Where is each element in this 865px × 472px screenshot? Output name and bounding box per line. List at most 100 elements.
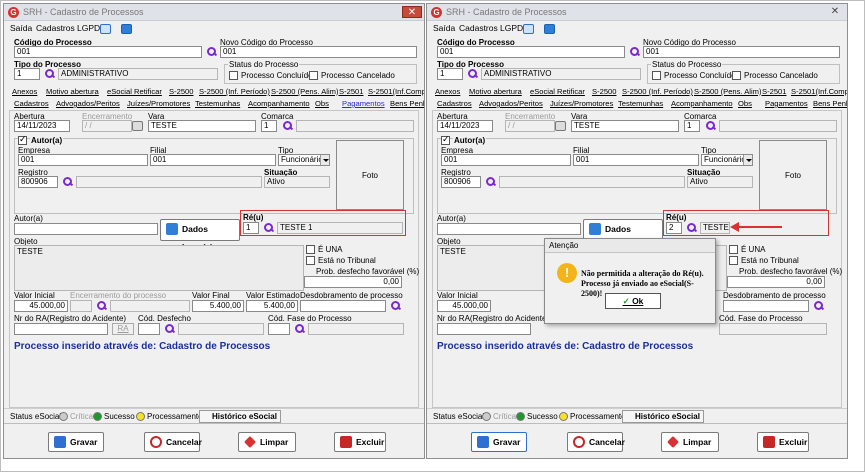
e-una-checkbox[interactable] <box>729 245 738 254</box>
valor-inicial-input[interactable]: 45.000,00 <box>14 300 68 312</box>
search-icon[interactable] <box>390 300 401 311</box>
tab-pagamentos[interactable]: Pagamentos <box>765 98 808 110</box>
cod-fase-input[interactable] <box>268 323 290 335</box>
tab-s2501[interactable]: S-2501 <box>762 86 787 98</box>
vara-input[interactable]: TESTE <box>571 120 679 132</box>
nr-ra-input[interactable] <box>14 323 108 335</box>
tipo-code-input[interactable]: 1 <box>14 68 40 80</box>
tipo-select[interactable]: Funcionário <box>278 154 330 166</box>
cancelar-button[interactable]: Cancelar <box>567 432 625 452</box>
monitor-icon[interactable] <box>523 24 534 36</box>
valor-estimado-input[interactable]: 5.400,00 <box>246 300 298 312</box>
menu-cadastros[interactable]: Cadastros <box>36 23 75 33</box>
search-icon[interactable] <box>485 176 496 187</box>
tab-pagamentos[interactable]: Pagamentos <box>342 98 385 110</box>
search-icon[interactable] <box>705 120 716 131</box>
search-icon[interactable] <box>686 222 697 233</box>
concluido-checkbox[interactable] <box>229 71 238 80</box>
abertura-input[interactable]: 14/11/2023 <box>14 120 70 132</box>
tab-esocial-retificar[interactable]: eSocial Retificar <box>107 86 162 98</box>
help-icon[interactable] <box>121 24 132 36</box>
search-icon[interactable] <box>62 176 73 187</box>
tab-anexos[interactable]: Anexos <box>12 86 37 98</box>
cod-desfecho-input[interactable] <box>138 323 160 335</box>
objeto-textarea[interactable]: TESTE <box>14 245 304 291</box>
nr-ra-input[interactable] <box>437 323 531 335</box>
search-icon[interactable] <box>206 46 217 57</box>
chevron-down-icon[interactable] <box>743 155 752 165</box>
excluir-button[interactable]: Excluir <box>757 432 809 452</box>
tab-acompanhamento[interactable]: Acompanhamento <box>671 98 733 110</box>
desdobramento-input[interactable] <box>300 300 386 312</box>
prob-input[interactable]: 0,00 <box>304 276 402 288</box>
search-icon[interactable] <box>282 120 293 131</box>
menu-lgpd[interactable]: LGPD <box>77 23 100 33</box>
tab-s2500[interactable]: S-2500 <box>592 86 617 98</box>
excluir-button[interactable]: Excluir <box>334 432 386 452</box>
ra-button[interactable]: RA <box>112 323 134 335</box>
search-icon[interactable] <box>44 68 55 79</box>
valor-inicial-input[interactable]: 45.000,00 <box>437 300 491 312</box>
tribunal-checkbox[interactable] <box>306 256 315 265</box>
tab-obs[interactable]: Obs <box>738 98 752 110</box>
cancelado-checkbox[interactable] <box>732 71 741 80</box>
search-icon[interactable] <box>813 300 824 311</box>
close-icon[interactable]: ✕ <box>402 6 422 18</box>
monitor-icon[interactable] <box>100 24 111 36</box>
reu-code-input[interactable]: 2 <box>666 222 682 234</box>
comarca-input[interactable]: 1 <box>261 120 277 132</box>
menu-saida[interactable]: Saída <box>433 23 455 33</box>
tab-motivo-abertura[interactable]: Motivo abertura <box>46 86 99 98</box>
autor-checkbox[interactable] <box>441 134 450 145</box>
search-icon[interactable] <box>263 222 274 233</box>
dados-bancarios-button[interactable]: Dados bancários <box>160 219 240 252</box>
autor-input[interactable] <box>14 223 158 235</box>
autor-input[interactable] <box>437 223 581 235</box>
empresa-select[interactable]: 001 <box>441 154 571 166</box>
search-icon[interactable] <box>96 300 107 311</box>
menu-lgpd[interactable]: LGPD <box>500 23 523 33</box>
tab-acompanhamento[interactable]: Acompanhamento <box>248 98 310 110</box>
cancelar-button[interactable]: Cancelar <box>144 432 202 452</box>
tribunal-checkbox[interactable] <box>729 256 738 265</box>
valor-final-input[interactable]: 5.400,00 <box>192 300 244 312</box>
historico-esocial-button[interactable]: Histórico eSocial <box>622 410 704 423</box>
reu-code-input[interactable]: 1 <box>243 222 259 234</box>
tab-bens-penh[interactable]: Bens Penh. <box>390 98 424 110</box>
filial-select[interactable]: 001 <box>573 154 699 166</box>
tab-s2501-compl[interactable]: S-2501(Inf.Compl) <box>791 86 847 98</box>
tab-s2500-periodo[interactable]: S-2500 (Inf. Período) <box>199 86 270 98</box>
tab-motivo-abertura[interactable]: Motivo abertura <box>469 86 522 98</box>
tab-s2500[interactable]: S-2500 <box>169 86 194 98</box>
comarca-input[interactable]: 1 <box>684 120 700 132</box>
tab-cadastros[interactable]: Cadastros <box>14 98 49 110</box>
tab-testemunhas[interactable]: Testemunhas <box>195 98 240 110</box>
abertura-input[interactable]: 14/11/2023 <box>437 120 493 132</box>
search-icon[interactable] <box>294 323 305 334</box>
autor-checkbox[interactable] <box>18 134 27 145</box>
tab-obs[interactable]: Obs <box>315 98 329 110</box>
tab-s2500-pens[interactable]: S-2500 (Pens. Alim) <box>694 86 762 98</box>
menu-cadastros[interactable]: Cadastros <box>459 23 498 33</box>
vara-input[interactable]: TESTE <box>148 120 256 132</box>
tab-cadastros[interactable]: Cadastros <box>437 98 472 110</box>
tab-bens-penh[interactable]: Bens Penh. <box>813 98 847 110</box>
desdobramento-input[interactable] <box>723 300 809 312</box>
help-icon[interactable] <box>544 24 555 36</box>
registro-input[interactable]: 800906 <box>18 176 58 188</box>
registro-input[interactable]: 800906 <box>441 176 481 188</box>
prob-input[interactable]: 0,00 <box>727 276 825 288</box>
novo-codigo-input[interactable]: 001 <box>220 46 417 58</box>
limpar-button[interactable]: Limpar <box>238 432 296 452</box>
tab-esocial-retificar[interactable]: eSocial Retificar <box>530 86 585 98</box>
tab-anexos[interactable]: Anexos <box>435 86 460 98</box>
codigo-input[interactable]: 001 <box>14 46 202 58</box>
tab-advogados[interactable]: Advogados/Peritos <box>56 98 120 110</box>
search-icon[interactable] <box>629 46 640 57</box>
menu-saida[interactable]: Saída <box>10 23 32 33</box>
limpar-button[interactable]: Limpar <box>661 432 719 452</box>
e-una-checkbox[interactable] <box>306 245 315 254</box>
tab-s2501[interactable]: S-2501 <box>339 86 364 98</box>
filial-select[interactable]: 001 <box>150 154 276 166</box>
novo-codigo-input[interactable]: 001 <box>643 46 840 58</box>
